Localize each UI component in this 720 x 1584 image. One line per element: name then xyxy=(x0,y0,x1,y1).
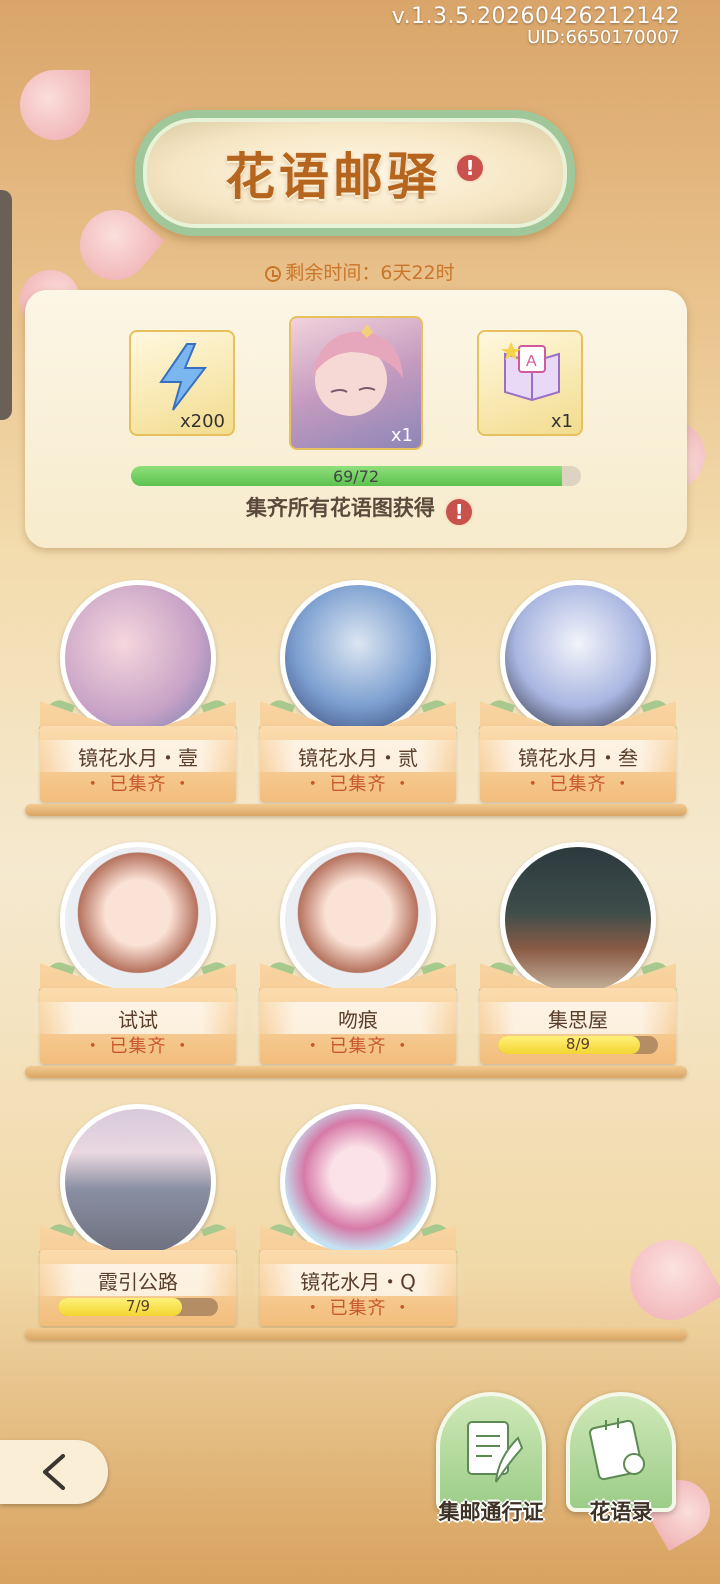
card-name: 集思屋 xyxy=(548,1008,608,1032)
shelf-divider xyxy=(25,804,687,816)
card-status: ・ 已集齐 ・ xyxy=(83,1036,193,1057)
flower-card[interactable]: 镜花水月・叁 ・ 已集齐 ・ xyxy=(472,580,684,802)
flower-card[interactable]: 集思屋 8/9 xyxy=(472,842,684,1064)
card-name: 霞引公路 xyxy=(98,1270,178,1294)
stamp-pass-button[interactable] xyxy=(436,1392,546,1512)
card-name: 镜花水月・贰 xyxy=(298,746,418,770)
card-art xyxy=(280,842,436,998)
card-status: ・ 已集齐 ・ xyxy=(303,774,413,795)
card-status: ・ 已集齐 ・ xyxy=(83,774,193,795)
flower-card-grid: 镜花水月・壹 ・ 已集齐 ・ 镜花水月・贰 ・ 已集齐 ・ 镜花水月・叁 ・ 已… xyxy=(0,0,720,1584)
card-name: 镜花水月・Q xyxy=(300,1270,416,1294)
card-progress-text: 7/9 xyxy=(125,1297,151,1315)
flower-records-button[interactable] xyxy=(566,1392,676,1512)
card-art xyxy=(280,580,436,736)
notebook-icon xyxy=(589,1418,645,1481)
card-art xyxy=(60,842,216,998)
card-status: ・ 已集齐 ・ xyxy=(523,774,633,795)
card-name: 镜花水月・壹 xyxy=(78,746,198,770)
card-status: ・ 已集齐 ・ xyxy=(303,1298,413,1319)
back-button[interactable] xyxy=(0,1440,108,1504)
card-name: 镜花水月・叁 xyxy=(518,746,638,770)
flower-records-label[interactable]: 花语录 xyxy=(566,1496,676,1526)
flower-card[interactable]: 吻痕 ・ 已集齐 ・ xyxy=(252,842,464,1064)
flower-card[interactable]: 镜花水月・Q ・ 已集齐 ・ xyxy=(252,1104,464,1326)
stamp-pass-label[interactable]: 集邮通行证 xyxy=(420,1496,562,1526)
card-name: 吻痕 xyxy=(338,1008,378,1032)
shelf-divider xyxy=(25,1328,687,1340)
flower-card[interactable]: 镜花水月・贰 ・ 已集齐 ・ xyxy=(252,580,464,802)
card-progress-text: 8/9 xyxy=(565,1035,591,1053)
card-art xyxy=(60,1104,216,1260)
flower-card[interactable]: 试试 ・ 已集齐 ・ xyxy=(32,842,244,1064)
card-art xyxy=(500,842,656,998)
letter-quill-icon xyxy=(467,1421,524,1483)
shelf-divider xyxy=(25,1066,687,1078)
chevron-left-icon xyxy=(43,1454,65,1490)
card-art xyxy=(500,580,656,736)
card-status: ・ 已集齐 ・ xyxy=(303,1036,413,1057)
flower-card[interactable]: 镜花水月・壹 ・ 已集齐 ・ xyxy=(32,580,244,802)
flower-card[interactable]: 霞引公路 7/9 xyxy=(32,1104,244,1326)
card-art xyxy=(280,1104,436,1260)
card-art xyxy=(60,580,216,736)
card-name: 试试 xyxy=(118,1008,158,1032)
